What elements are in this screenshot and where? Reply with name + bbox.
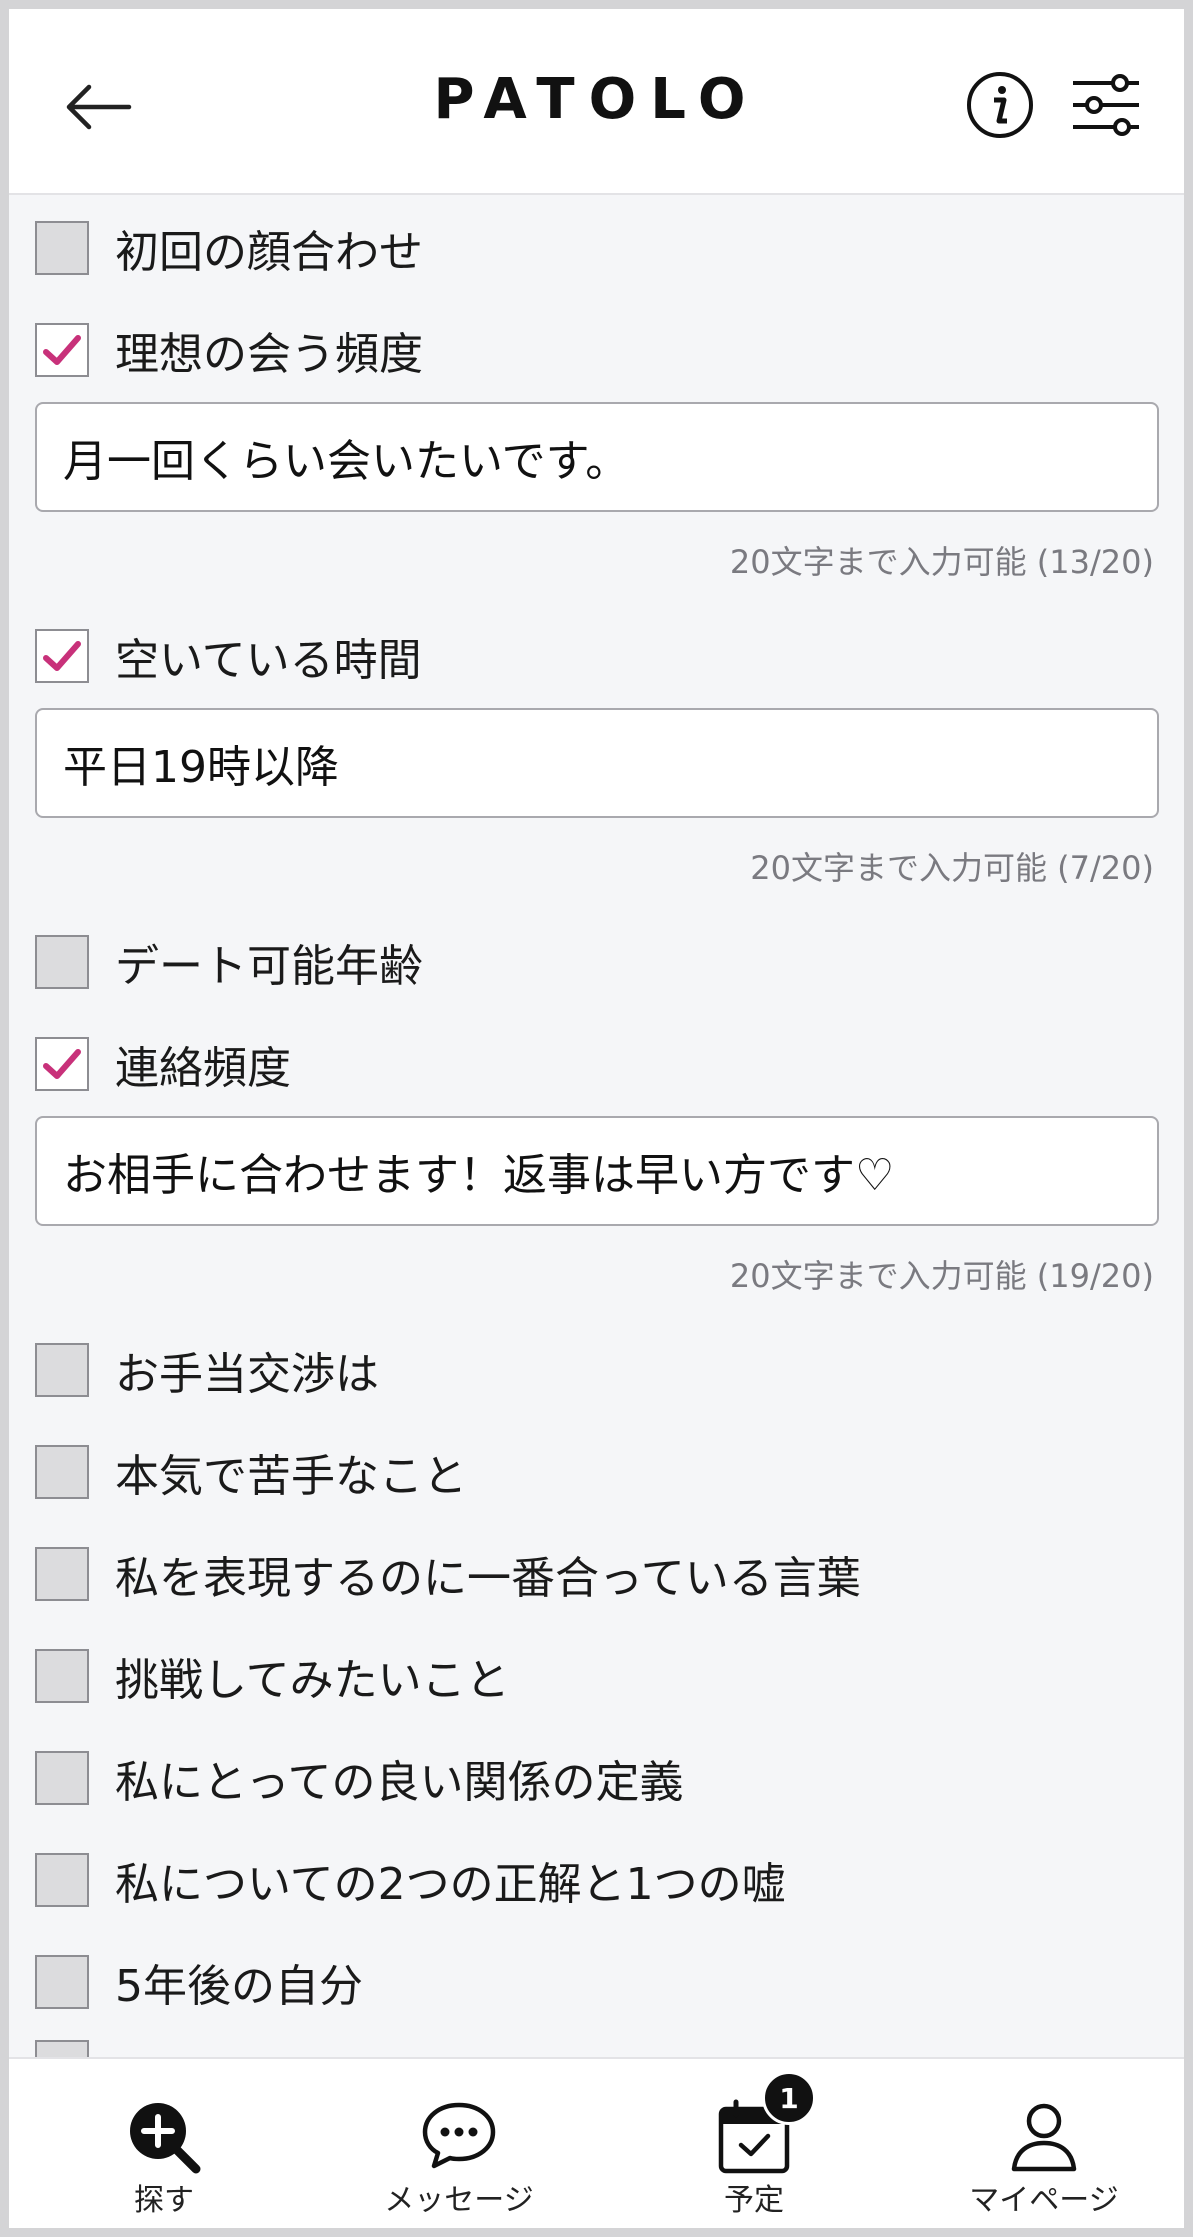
checkmark-icon — [43, 641, 81, 671]
checkbox[interactable] — [35, 1751, 89, 1805]
checkbox-label: お手当交渉は — [115, 1349, 379, 1400]
char-counter: 20文字まで入力可能 (13/20) — [729, 543, 1154, 581]
checkbox-label: 理想の会う頻度 — [115, 329, 423, 380]
checkbox-item-first-meeting[interactable]: 初回の顔合わせ — [35, 218, 423, 278]
nav-search[interactable]: 探す — [59, 2059, 269, 2228]
checkbox-label: 挑戦してみたいこと — [115, 1655, 510, 1706]
checkbox-label: 私にとっての良い関係の定義 — [115, 1757, 684, 1808]
checkbox-label: 5年後の自分 — [115, 1961, 363, 2012]
nav-label: マイページ — [969, 2183, 1119, 2218]
checkbox-label: 連絡頻度 — [115, 1043, 291, 1094]
contact-frequency-field[interactable]: お相手に合わせます！返事は早い方です♡ — [35, 1116, 1159, 1226]
info-button[interactable] — [964, 69, 1036, 141]
nav-messages[interactable]: メッセージ — [354, 2059, 564, 2228]
checkmark-icon — [43, 335, 81, 365]
checkbox[interactable] — [35, 221, 89, 275]
checkbox-item-date-age[interactable]: デート可能年齢 — [35, 932, 423, 992]
app-frame: PATOLO 初回の顔合わせ 理想の会う頻度 月一回くらい会いたいです。 20文… — [0, 0, 1193, 2237]
nav-label: 予定 — [724, 2183, 784, 2218]
checkbox-item-five-years[interactable]: 5年後の自分 — [35, 1952, 363, 2012]
sliders-icon — [1073, 74, 1139, 136]
search-plus-icon — [130, 2103, 201, 2174]
checkbox-item-free-time[interactable]: 空いている時間 — [35, 626, 422, 686]
checkbox[interactable] — [35, 1445, 89, 1499]
checkbox-item-partial[interactable] — [35, 2037, 89, 2057]
char-counter: 20文字まで入力可能 (19/20) — [729, 1257, 1154, 1295]
checkbox[interactable] — [35, 1037, 89, 1091]
profile-items-list: 初回の顔合わせ 理想の会う頻度 月一回くらい会いたいです。 20文字まで入力可能… — [9, 197, 1184, 2057]
checkbox-item-dislikes[interactable]: 本気で苦手なこと — [35, 1442, 467, 1502]
user-icon — [1011, 2103, 1077, 2172]
checkbox[interactable] — [35, 323, 89, 377]
checkbox[interactable] — [35, 935, 89, 989]
filter-button[interactable] — [1069, 69, 1143, 141]
checkbox-label: 空いている時間 — [115, 635, 422, 686]
bottom-nav: 探す メッセージ 1 予定 マイページ — [9, 2057, 1184, 2228]
checkbox-label: 私を表現するのに一番合っている言葉 — [115, 1553, 861, 1604]
checkbox-label: 私についての2つの正解と1つの嘘 — [115, 1859, 786, 1910]
checkmark-icon — [43, 1049, 81, 1079]
checkbox-item-self-word[interactable]: 私を表現するのに一番合っている言葉 — [35, 1544, 861, 1604]
checkbox-item-challenge[interactable]: 挑戦してみたいこと — [35, 1646, 510, 1706]
checkbox-item-contact-frequency[interactable]: 連絡頻度 — [35, 1034, 291, 1094]
chat-bubble-icon — [422, 2102, 496, 2169]
checkbox[interactable] — [35, 1649, 89, 1703]
notification-badge: 1 — [762, 2071, 816, 2125]
free-time-field[interactable]: 平日19時以降 — [35, 708, 1159, 818]
nav-schedule[interactable]: 1 予定 — [649, 2059, 859, 2228]
checkbox[interactable] — [35, 1955, 89, 2009]
app-header: PATOLO — [9, 9, 1184, 195]
checkbox-label: デート可能年齢 — [115, 941, 423, 992]
checkbox[interactable] — [35, 1547, 89, 1601]
checkbox[interactable] — [35, 2040, 89, 2057]
checkbox-item-allowance[interactable]: お手当交渉は — [35, 1340, 379, 1400]
checkbox[interactable] — [35, 1343, 89, 1397]
checkbox-label: 本気で苦手なこと — [115, 1451, 467, 1502]
checkbox[interactable] — [35, 1853, 89, 1907]
checkbox-item-two-truths[interactable]: 私についての2つの正解と1つの嘘 — [35, 1850, 786, 1910]
meeting-frequency-field[interactable]: 月一回くらい会いたいです。 — [35, 402, 1159, 512]
nav-label: メッセージ — [384, 2183, 534, 2218]
checkbox-item-good-relationship[interactable]: 私にとっての良い関係の定義 — [35, 1748, 683, 1808]
info-icon — [967, 72, 1033, 138]
nav-label: 探す — [134, 2183, 194, 2218]
char-counter: 20文字まで入力可能 (7/20) — [750, 849, 1154, 887]
nav-mypage[interactable]: マイページ — [939, 2059, 1149, 2228]
checkbox-label: 初回の顔合わせ — [115, 227, 423, 278]
checkbox-item-meeting-frequency[interactable]: 理想の会う頻度 — [35, 320, 423, 380]
checkbox[interactable] — [35, 629, 89, 683]
